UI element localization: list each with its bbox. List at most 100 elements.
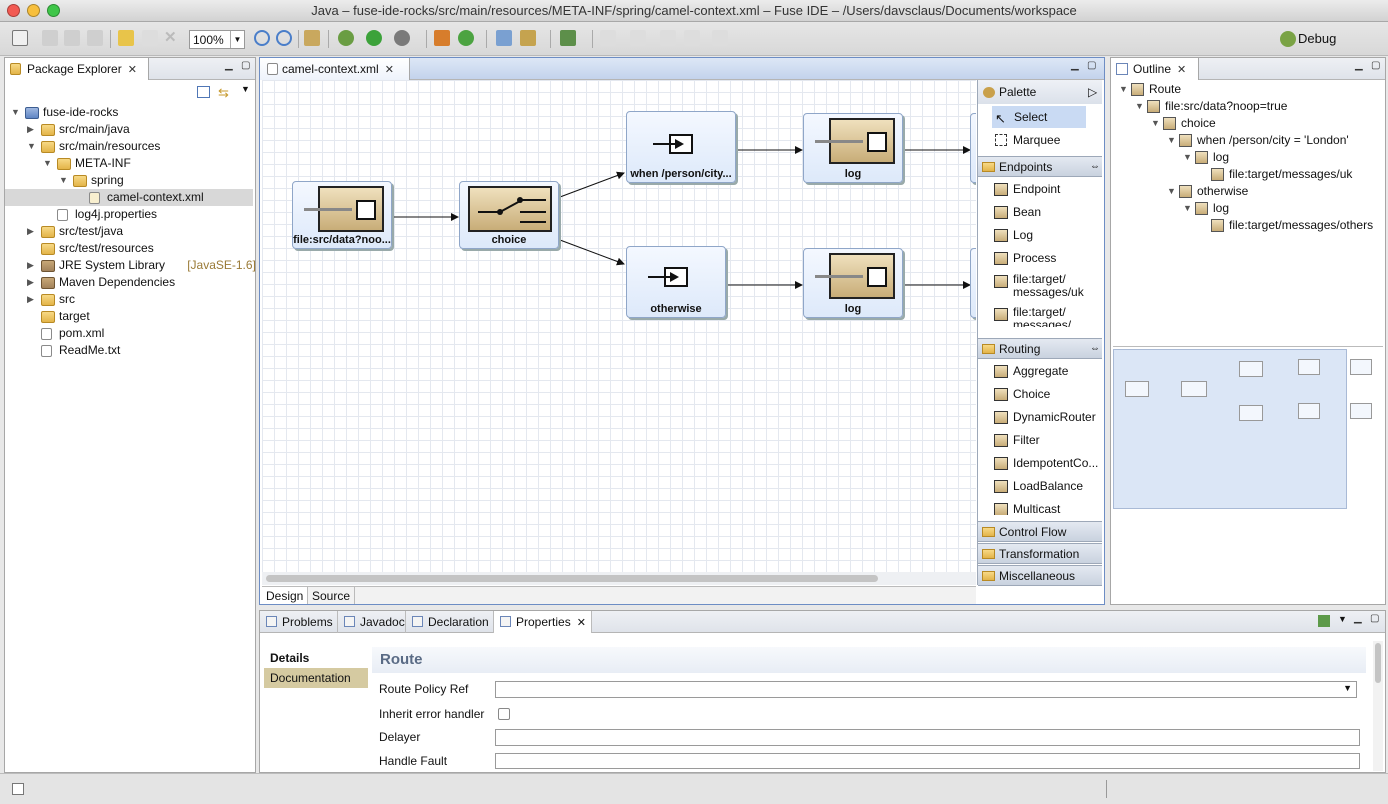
twisty-icon[interactable]: ▼: [59, 172, 68, 189]
tree-item[interactable]: pom.xml: [5, 325, 253, 342]
print-icon[interactable]: [87, 30, 103, 46]
outline-item[interactable]: file:target/messages/uk: [1111, 166, 1383, 183]
twisty-icon[interactable]: ▼: [1167, 132, 1176, 149]
palette-routing-item[interactable]: Multicast: [978, 498, 1102, 515]
palette-routing-item[interactable]: Aggregate: [978, 360, 1102, 382]
palette-tool-select[interactable]: ↖ Select: [992, 106, 1086, 128]
palette-endpoint-item[interactable]: Bean: [978, 201, 1102, 223]
undo-icon[interactable]: [118, 30, 134, 46]
maximize-icon[interactable]: ▢: [241, 61, 251, 71]
link-editor-icon[interactable]: ⇆: [218, 85, 232, 100]
palette-routing-item[interactable]: DynamicRouter: [978, 406, 1102, 428]
zoom-out-icon[interactable]: [276, 30, 292, 46]
scrollbar-thumb[interactable]: [266, 575, 878, 582]
open-type-icon[interactable]: [496, 30, 512, 46]
tree-item[interactable]: ▶ src: [5, 291, 253, 308]
tree-item[interactable]: log4j.properties: [5, 206, 253, 223]
tree-item[interactable]: target: [5, 308, 253, 325]
twisty-icon[interactable]: ▼: [11, 104, 20, 121]
next-annotation-icon[interactable]: [600, 30, 616, 46]
node-log-1[interactable]: log: [803, 113, 903, 183]
drawer-routing[interactable]: Routing ⇔: [978, 338, 1102, 359]
drawer-control-flow[interactable]: Control Flow: [978, 521, 1102, 542]
save-icon[interactable]: [42, 30, 58, 46]
tab-design[interactable]: Design: [262, 587, 309, 604]
tab-outline[interactable]: Outline ✕: [1111, 58, 1199, 80]
last-edit-icon[interactable]: [660, 30, 676, 46]
twisty-icon[interactable]: ▼: [1151, 115, 1160, 132]
outline-item[interactable]: ▼ choice: [1111, 115, 1383, 132]
maximize-icon[interactable]: ▢: [1087, 61, 1097, 71]
side-tab-details[interactable]: Details: [264, 648, 368, 668]
new-class-icon[interactable]: [458, 30, 474, 46]
minimize-icon[interactable]: ▁: [1071, 61, 1081, 71]
twisty-icon[interactable]: ▼: [43, 155, 52, 172]
twisty-icon[interactable]: ▼: [1135, 98, 1144, 115]
tree-item[interactable]: ▶ Maven Dependencies: [5, 274, 253, 291]
collapse-all-icon[interactable]: [197, 86, 210, 98]
palette-endpoint-item[interactable]: file:target/ messages/uk: [978, 270, 1102, 300]
node-from-endpoint[interactable]: file:src/data?noo...: [292, 181, 392, 249]
twisty-icon[interactable]: ▼: [1167, 183, 1176, 200]
tree-item[interactable]: ▶ src/main/java: [5, 121, 253, 138]
twisty-icon[interactable]: ▶: [27, 291, 34, 308]
tab-javadoc[interactable]: Javadoc: [338, 611, 406, 633]
tab-declaration[interactable]: Declaration: [406, 611, 494, 633]
fast-view-icon[interactable]: [12, 783, 24, 795]
tree-item[interactable]: src/test/resources: [5, 240, 253, 257]
tree-item[interactable]: ▼ fuse-ide-rocks: [5, 104, 253, 121]
external-tools-icon[interactable]: [394, 30, 410, 46]
tab-source[interactable]: Source: [308, 587, 356, 604]
handle-fault-field[interactable]: [495, 753, 1360, 769]
back-icon[interactable]: [684, 30, 700, 46]
debug-run-icon[interactable]: [338, 30, 354, 46]
debug-perspective-button[interactable]: Debug: [1278, 28, 1378, 50]
route-diagram-canvas[interactable]: file:src/data?noo... choice when /person…: [262, 80, 976, 572]
outline-item[interactable]: ▼ otherwise: [1111, 183, 1383, 200]
minimize-icon[interactable]: ▁: [1355, 61, 1365, 71]
maximize-icon[interactable]: ▢: [1371, 61, 1381, 71]
vertical-scrollbar[interactable]: [1373, 641, 1383, 771]
zoom-combo[interactable]: 100% ▼: [189, 30, 245, 49]
tree-item[interactable]: ▼ META-INF: [5, 155, 253, 172]
drawer-miscellaneous[interactable]: Miscellaneous: [978, 565, 1102, 586]
delayer-field[interactable]: [495, 729, 1360, 746]
zoom-in-icon[interactable]: [254, 30, 270, 46]
run-icon[interactable]: [366, 30, 382, 46]
palette-routing-item[interactable]: Filter: [978, 429, 1102, 451]
tree-item[interactable]: camel-context.xml: [5, 189, 253, 206]
outline-item[interactable]: ▼ log: [1111, 149, 1383, 166]
chevron-down-icon[interactable]: ▼: [1343, 683, 1352, 693]
outline-item[interactable]: ▼ Route: [1111, 81, 1383, 98]
inherit-error-handler-checkbox[interactable]: [498, 708, 510, 720]
prev-annotation-icon[interactable]: [630, 30, 646, 46]
minimize-icon[interactable]: ▁: [225, 61, 235, 71]
drawer-transformation[interactable]: Transformation: [978, 543, 1102, 564]
outline-item[interactable]: file:target/messages/others: [1111, 217, 1383, 234]
tab-package-explorer[interactable]: Package Explorer ✕: [5, 58, 149, 80]
scrollbar-thumb[interactable]: [1375, 643, 1381, 683]
node-log-2[interactable]: log: [803, 248, 903, 318]
view-menu-icon[interactable]: ▼: [1338, 614, 1347, 624]
tab-properties[interactable]: Properties ✕: [494, 611, 592, 633]
palette-collapse-icon[interactable]: ▷: [1088, 80, 1097, 104]
overview-minimap[interactable]: [1113, 346, 1383, 509]
palette-endpoint-item[interactable]: file:target/ messages/: [978, 303, 1102, 327]
twisty-icon[interactable]: ▼: [1183, 200, 1192, 217]
twisty-icon[interactable]: ▼: [1183, 149, 1192, 166]
tab-problems[interactable]: Problems: [260, 611, 338, 633]
outline-item[interactable]: ▼ log: [1111, 200, 1383, 217]
palette-endpoint-item[interactable]: Endpoint: [978, 178, 1102, 200]
palette-routing-item[interactable]: LoadBalance: [978, 475, 1102, 497]
layout-icon[interactable]: [304, 30, 320, 46]
node-when[interactable]: when /person/city...: [626, 111, 736, 183]
pin-icon[interactable]: ⇔: [1090, 157, 1100, 177]
outline-item[interactable]: ▼ file:src/data?noop=true: [1111, 98, 1383, 115]
palette-header[interactable]: Palette ▷: [978, 80, 1102, 104]
twisty-icon[interactable]: ▶: [27, 223, 34, 240]
minimize-icon[interactable]: ▁: [1354, 614, 1364, 624]
node-to-uk-partial[interactable]: [970, 113, 976, 183]
twisty-icon[interactable]: ▶: [27, 274, 34, 291]
maximize-icon[interactable]: ▢: [1370, 614, 1380, 624]
new-icon[interactable]: [12, 30, 28, 46]
